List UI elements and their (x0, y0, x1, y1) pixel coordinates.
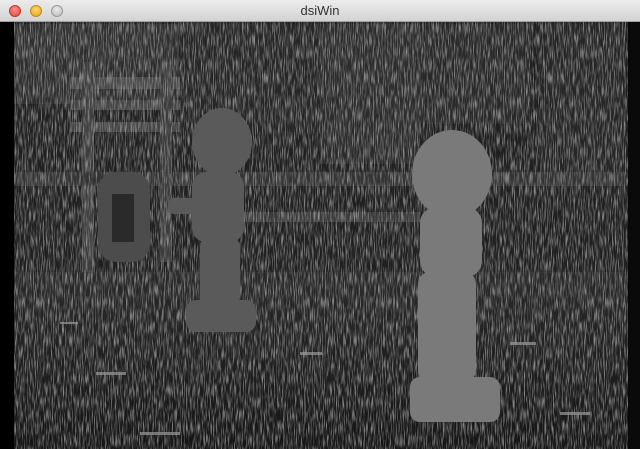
depth-image-view (0, 22, 640, 449)
window-title: dsiWin (300, 3, 340, 18)
app-window: dsiWin (0, 0, 640, 449)
title-bar[interactable]: dsiWin (0, 0, 640, 22)
depth-map-image (0, 22, 640, 449)
